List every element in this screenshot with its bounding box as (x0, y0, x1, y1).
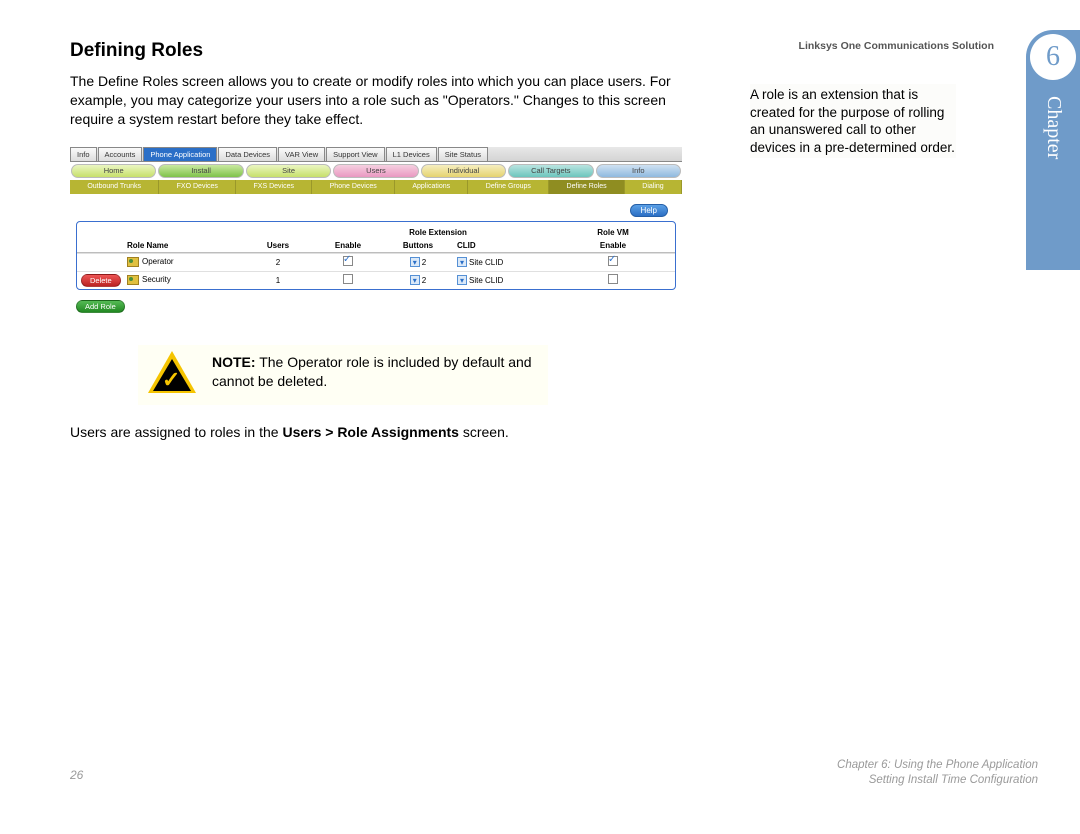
role-icon (127, 275, 139, 285)
vm-checkbox[interactable] (608, 256, 618, 266)
footer-line2: Setting Install Time Configuration (837, 773, 1038, 788)
enable-checkbox[interactable] (343, 256, 353, 266)
sub-tab[interactable]: Outbound Trunks (70, 180, 159, 194)
roles-table: Role Extension Role VM Role Name Users E… (76, 221, 676, 290)
enable-checkbox[interactable] (343, 274, 353, 284)
role-users: 2 (243, 256, 313, 269)
top-tab[interactable]: Support View (326, 147, 384, 161)
col-enable: Enable (313, 239, 383, 252)
chapter-number: 6 (1030, 34, 1076, 80)
top-tab[interactable]: Phone Application (143, 147, 217, 161)
note-text: NOTE: The Operator role is included by d… (212, 353, 538, 389)
section-pill[interactable]: Home (71, 164, 156, 178)
col-group-vm: Role VM (563, 226, 663, 239)
table-row: Operator2▾2▾Site CLID (77, 253, 675, 271)
header-product: Linksys One Communications Solution (799, 40, 994, 52)
sub-tab[interactable]: Phone Devices (312, 180, 395, 194)
buttons-value: 2 (422, 258, 426, 267)
vm-checkbox[interactable] (608, 274, 618, 284)
role-icon (127, 257, 139, 267)
top-tab[interactable]: Info (70, 147, 97, 161)
col-vm-enable: Enable (563, 239, 663, 252)
warning-icon: ✓ (148, 351, 196, 393)
footer-line1: Chapter 6: Using the Phone Application (837, 758, 1038, 773)
buttons-stepper[interactable]: ▾ (410, 257, 420, 267)
clid-stepper[interactable]: ▾ (457, 275, 467, 285)
col-group-extension: Role Extension (313, 226, 563, 239)
top-tab[interactable]: L1 Devices (386, 147, 437, 161)
col-buttons: Buttons (383, 239, 453, 252)
role-name: Operator (142, 257, 174, 266)
note-prefix: NOTE: (212, 354, 256, 370)
chapter-tab: 6 Chapter (1026, 30, 1080, 270)
section-pill[interactable]: Install (158, 164, 243, 178)
buttons-stepper[interactable]: ▾ (410, 275, 420, 285)
table-row: DeleteSecurity1▾2▾Site CLID (77, 271, 675, 289)
section-pill[interactable]: Info (596, 164, 681, 178)
page-number: 26 (70, 768, 83, 782)
col-clid: CLID (453, 239, 563, 252)
help-button[interactable]: Help (630, 204, 668, 217)
sub-tab[interactable]: Define Groups (468, 180, 549, 194)
clid-stepper[interactable]: ▾ (457, 257, 467, 267)
delete-button[interactable]: Delete (81, 274, 121, 287)
after-note-b: Users > Role Assignments (282, 424, 459, 440)
page-content: Linksys One Communications Solution Defi… (70, 40, 1030, 442)
top-tab[interactable]: VAR View (278, 147, 325, 161)
sub-tab[interactable]: Applications (395, 180, 468, 194)
section-pill[interactable]: Individual (421, 164, 506, 178)
role-name: Security (142, 275, 171, 284)
top-tab[interactable]: Accounts (98, 147, 143, 161)
note-box: ✓ NOTE: The Operator role is included by… (138, 345, 548, 405)
sub-tab-row: Outbound TrunksFXO DevicesFXS DevicesPho… (70, 180, 682, 194)
role-users: 1 (243, 274, 313, 287)
top-tab-row: InfoAccountsPhone ApplicationData Device… (70, 147, 682, 162)
margin-note: A role is an extension that is created f… (750, 84, 956, 158)
note-body: The Operator role is included by default… (212, 354, 532, 388)
sub-tab[interactable]: Define Roles (549, 180, 625, 194)
top-tab[interactable]: Data Devices (218, 147, 277, 161)
sub-tab[interactable]: FXO Devices (159, 180, 236, 194)
sub-tab[interactable]: Dialing (625, 180, 682, 194)
footer-right: Chapter 6: Using the Phone Application S… (837, 758, 1038, 788)
after-note-a: Users are assigned to roles in the (70, 424, 282, 440)
clid-value: Site CLID (469, 258, 503, 267)
section-pill[interactable]: Users (333, 164, 418, 178)
after-note-c: screen. (459, 424, 509, 440)
clid-value: Site CLID (469, 276, 503, 285)
top-tab[interactable]: Site Status (438, 147, 488, 161)
buttons-value: 2 (422, 276, 426, 285)
pill-tab-row: HomeInstallSiteUsersIndividualCall Targe… (70, 162, 682, 180)
define-roles-screenshot: InfoAccountsPhone ApplicationData Device… (70, 147, 682, 317)
add-role-button[interactable]: Add Role (76, 300, 125, 313)
col-users: Users (243, 239, 313, 252)
col-role-name: Role Name (123, 239, 243, 252)
intro-text: The Define Roles screen allows you to cr… (70, 72, 690, 129)
chapter-label: Chapter (1042, 96, 1065, 159)
section-pill[interactable]: Site (246, 164, 331, 178)
sub-tab[interactable]: FXS Devices (236, 180, 312, 194)
after-note-text: Users are assigned to roles in the Users… (70, 423, 690, 442)
section-pill[interactable]: Call Targets (508, 164, 593, 178)
